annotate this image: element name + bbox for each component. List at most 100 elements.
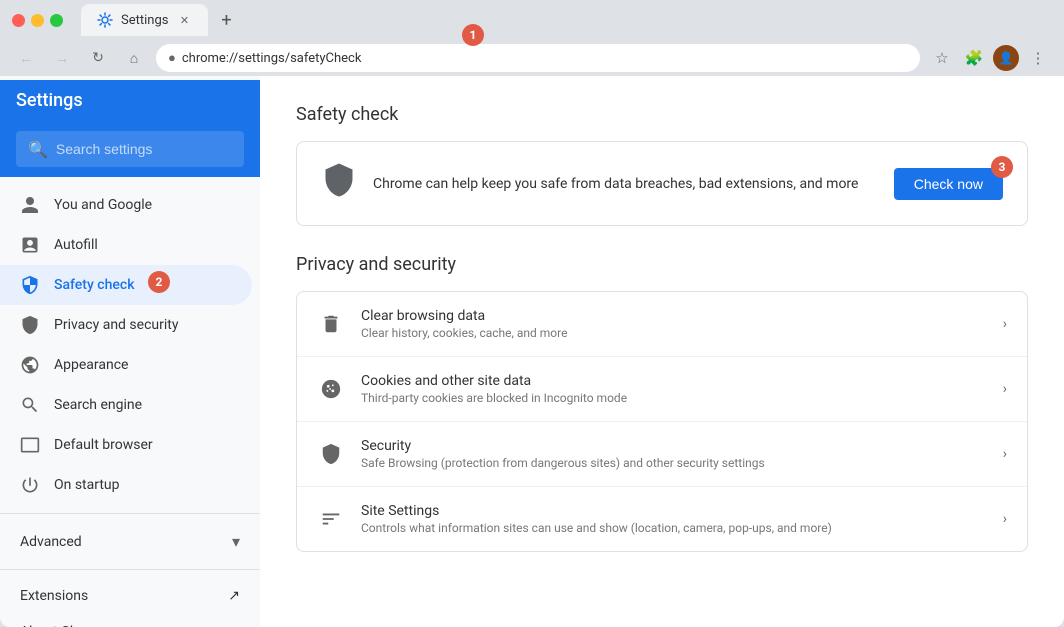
- chevron-right-icon: ›: [1003, 316, 1007, 332]
- clear-browsing-subtitle: Clear history, cookies, cache, and more: [361, 326, 987, 340]
- check-now-button[interactable]: Check now: [894, 168, 1003, 200]
- badge-3: 3: [991, 156, 1013, 178]
- sidebar-item-label: Safety check: [54, 277, 135, 293]
- shield-icon: [321, 162, 357, 205]
- trash-icon: [317, 310, 345, 338]
- search-icon: 🔍: [28, 140, 48, 159]
- maximize-button[interactable]: [50, 14, 63, 27]
- content-area: Safety check Chrome can help keep you sa…: [260, 76, 1064, 627]
- active-tab[interactable]: Settings ✕: [81, 4, 208, 36]
- cookie-icon: [317, 375, 345, 403]
- safety-check-title: Safety check: [296, 104, 1028, 125]
- close-button[interactable]: [12, 14, 25, 27]
- addressbar: ← → ↻ ⌂ ● chrome://settings/safetyCheck …: [0, 40, 1064, 76]
- safety-check-icon: [20, 275, 40, 295]
- sidebar-item-about-chrome[interactable]: About Chrome: [0, 614, 260, 627]
- settings-tab-icon: [97, 12, 113, 28]
- site-settings-title: Site Settings: [361, 503, 987, 519]
- reload-button[interactable]: ↻: [84, 44, 112, 72]
- url-bar[interactable]: ● chrome://settings/safetyCheck: [156, 44, 920, 72]
- sidebar-item-label: Appearance: [54, 357, 128, 373]
- sidebar-item-search-engine[interactable]: Search engine: [0, 385, 252, 425]
- site-settings-icon: [317, 505, 345, 533]
- external-link-icon: ↗: [228, 588, 240, 604]
- cookies-text: Cookies and other site data Third-party …: [361, 373, 987, 405]
- tab-label: Settings: [121, 13, 168, 28]
- forward-button[interactable]: →: [48, 44, 76, 72]
- sidebar-item-advanced[interactable]: Advanced ▾: [0, 522, 260, 561]
- clear-browsing-title: Clear browsing data: [361, 308, 987, 324]
- chevron-down-icon: ▾: [232, 532, 240, 551]
- badge-1: 1: [462, 24, 484, 46]
- cookies-title: Cookies and other site data: [361, 373, 987, 389]
- sidebar-item-safety-check[interactable]: Safety check 2: [0, 265, 252, 305]
- sidebar-item-extensions[interactable]: Extensions ↗: [0, 578, 260, 614]
- default-browser-icon: [20, 435, 40, 455]
- privacy-security-title: Privacy and security: [296, 254, 1028, 275]
- extensions-icon[interactable]: 🧩: [960, 44, 988, 72]
- person-icon: [20, 195, 40, 215]
- advanced-label: Advanced: [20, 534, 82, 550]
- toolbar-icons: ☆ 🧩 👤 ⋮: [928, 44, 1052, 72]
- sidebar-item-label: On startup: [54, 477, 120, 493]
- sidebar-item-default-browser[interactable]: Default browser: [0, 425, 252, 465]
- sidebar-header: Settings: [0, 80, 260, 121]
- cookies-subtitle: Third-party cookies are blocked in Incog…: [361, 391, 987, 405]
- menu-icon[interactable]: ⋮: [1024, 44, 1052, 72]
- sidebar: Settings 🔍 You and Google: [0, 76, 260, 627]
- sidebar-item-on-startup[interactable]: On startup: [0, 465, 252, 505]
- new-tab-button[interactable]: +: [212, 6, 240, 34]
- sidebar-item-privacy-security[interactable]: Privacy and security: [0, 305, 252, 345]
- security-subtitle: Safe Browsing (protection from dangerous…: [361, 456, 987, 470]
- privacy-icon: [20, 315, 40, 335]
- security-icon: [317, 440, 345, 468]
- bookmark-icon[interactable]: ☆: [928, 44, 956, 72]
- safety-check-card: Chrome can help keep you safe from data …: [296, 141, 1028, 226]
- sidebar-item-label: You and Google: [54, 197, 152, 213]
- privacy-security-section: Privacy and security Clear browsing data…: [296, 254, 1028, 552]
- search-input[interactable]: [56, 141, 232, 157]
- home-button[interactable]: ⌂: [120, 44, 148, 72]
- sidebar-item-appearance[interactable]: Appearance: [0, 345, 252, 385]
- search-engine-icon: [20, 395, 40, 415]
- privacy-item-site-settings[interactable]: Site Settings Controls what information …: [297, 487, 1027, 551]
- security-title: Security: [361, 438, 987, 454]
- on-startup-icon: [20, 475, 40, 495]
- profile-icon[interactable]: 👤: [992, 44, 1020, 72]
- appearance-icon: [20, 355, 40, 375]
- sidebar-item-label: Privacy and security: [54, 317, 178, 333]
- privacy-item-security[interactable]: Security Safe Browsing (protection from …: [297, 422, 1027, 487]
- titlebar: Settings ✕ +: [0, 0, 1064, 40]
- privacy-item-clear-browsing[interactable]: Clear browsing data Clear history, cooki…: [297, 292, 1027, 357]
- extensions-label: Extensions: [20, 588, 88, 604]
- sidebar-divider-2: [0, 569, 260, 570]
- chevron-right-icon: ›: [1003, 381, 1007, 397]
- autofill-icon: [20, 235, 40, 255]
- sidebar-item-label: Default browser: [54, 437, 153, 453]
- safety-check-description: Chrome can help keep you safe from data …: [373, 176, 878, 192]
- traffic-lights: [12, 14, 63, 27]
- minimize-button[interactable]: [31, 14, 44, 27]
- security-text: Security Safe Browsing (protection from …: [361, 438, 987, 470]
- sidebar-divider: [0, 513, 260, 514]
- sidebar-title: Settings: [16, 90, 83, 111]
- safety-check-section: Safety check Chrome can help keep you sa…: [296, 104, 1028, 226]
- tab-bar: Settings ✕ +: [81, 4, 1052, 36]
- privacy-list: Clear browsing data Clear history, cooki…: [296, 291, 1028, 552]
- sidebar-item-label: Autofill: [54, 237, 98, 253]
- tab-close-button[interactable]: ✕: [176, 12, 192, 28]
- badge-2: 2: [148, 271, 170, 293]
- privacy-item-cookies[interactable]: Cookies and other site data Third-party …: [297, 357, 1027, 422]
- clear-browsing-text: Clear browsing data Clear history, cooki…: [361, 308, 987, 340]
- search-box[interactable]: 🔍: [16, 131, 244, 167]
- browser-window: Settings ✕ + ← → ↻ ⌂ ● chrome://settings…: [0, 0, 1064, 627]
- sidebar-item-you-and-google[interactable]: You and Google: [0, 185, 252, 225]
- site-settings-text: Site Settings Controls what information …: [361, 503, 987, 535]
- back-button[interactable]: ←: [12, 44, 40, 72]
- url-text: chrome://settings/safetyCheck: [182, 51, 362, 66]
- avatar: 👤: [993, 45, 1019, 71]
- sidebar-item-label: Search engine: [54, 397, 142, 413]
- secure-icon: ●: [168, 50, 176, 66]
- chevron-right-icon: ›: [1003, 511, 1007, 527]
- sidebar-item-autofill[interactable]: Autofill: [0, 225, 252, 265]
